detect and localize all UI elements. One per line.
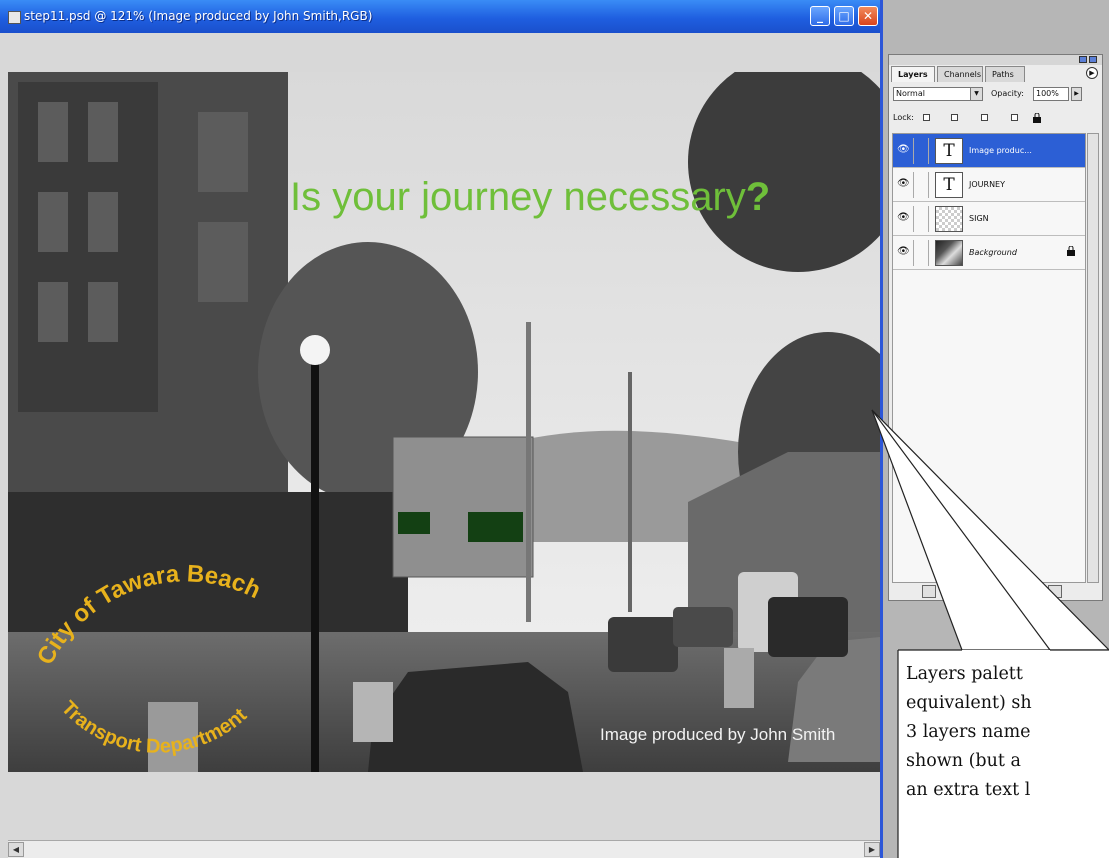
- callout-line: equivalent) sh: [906, 693, 1032, 713]
- callout-line: an extra text l: [906, 780, 1031, 800]
- callout-line: shown (but a: [906, 751, 1021, 771]
- callout-text: Layers palett equivalent) sh 3 layers na…: [906, 660, 1109, 805]
- callout-line: 3 layers name: [906, 722, 1031, 742]
- callout-line: Layers palett: [906, 664, 1023, 684]
